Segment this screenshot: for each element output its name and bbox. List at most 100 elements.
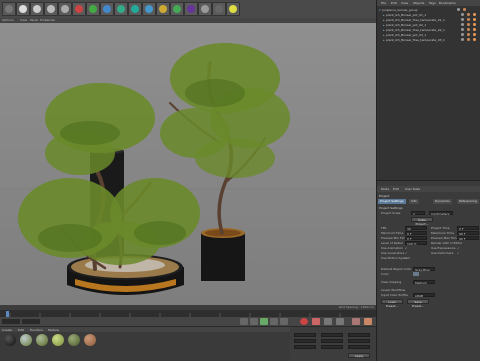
size-y-field[interactable]	[321, 339, 343, 343]
material-swatch[interactable]	[68, 334, 80, 346]
object-row[interactable]: ▴plant_ikh_Bonsai_Tree_temperate_03_1	[383, 38, 480, 42]
pos-y-field[interactable]	[294, 339, 316, 343]
material-tag-icon[interactable]	[473, 38, 476, 41]
viewport[interactable]	[0, 23, 376, 305]
scale-project-button[interactable]: Scale Project...	[411, 217, 433, 226]
am-menu-edit[interactable]: Edit	[393, 187, 399, 191]
rot-b-field[interactable]	[348, 345, 370, 349]
move-icon[interactable]	[30, 2, 44, 16]
go-to-start-icon[interactable]	[240, 318, 248, 325]
preview-min-time-field[interactable]: 0 F	[405, 236, 427, 241]
material-tag-icon[interactable]	[467, 13, 470, 16]
play-icon[interactable]	[260, 318, 268, 325]
om-menu-file[interactable]: File	[381, 1, 386, 5]
material-menu-function[interactable]: Function	[30, 328, 43, 332]
project-time-field[interactable]: 0 F	[457, 226, 479, 231]
om-menu-bookmarks[interactable]: Bookmarks	[439, 1, 456, 5]
material-swatch[interactable]	[20, 334, 32, 346]
visibility-icon[interactable]	[461, 28, 464, 31]
object-row[interactable]: ▴plant_ikh_Bonsai_Tree_temperate_02_1	[383, 28, 480, 32]
use-animation-checkbox[interactable]: ✓	[405, 246, 408, 250]
om-menu-objects[interactable]: Objects	[413, 1, 424, 5]
visibility-icon[interactable]	[461, 13, 464, 16]
size-x-field[interactable]	[321, 333, 343, 337]
tab-project-settings[interactable]: Project Settings	[378, 199, 406, 204]
param-icon[interactable]	[352, 318, 360, 325]
project-scale-unit-select[interactable]: Centimeters	[429, 211, 453, 216]
camera-icon[interactable]	[212, 2, 226, 16]
visibility-icon[interactable]	[461, 18, 464, 21]
deformer-icon[interactable]	[184, 2, 198, 16]
material-tag-icon[interactable]	[467, 38, 470, 41]
axis-z-icon[interactable]	[100, 2, 114, 16]
use-generators-checkbox[interactable]: ✓	[405, 251, 408, 255]
visibility-icon[interactable]	[461, 23, 464, 26]
apply-button[interactable]: Apply	[348, 353, 370, 358]
fps-field[interactable]: 30	[405, 226, 427, 231]
pen-icon[interactable]	[156, 2, 170, 16]
material-tag-icon[interactable]	[467, 33, 470, 36]
material-swatch[interactable]	[4, 334, 16, 346]
size-z-field[interactable]	[321, 345, 343, 349]
material-tag-icon[interactable]	[467, 18, 470, 21]
rotate-icon[interactable]	[58, 2, 72, 16]
material-tag-icon[interactable]	[473, 28, 476, 31]
rot-h-field[interactable]	[348, 333, 370, 337]
material-tag-icon[interactable]	[467, 23, 470, 26]
minimum-time-field[interactable]: 0 F	[405, 231, 427, 236]
undo-icon[interactable]	[2, 2, 16, 16]
tab-referencing[interactable]: Referencing	[457, 199, 479, 204]
material-menu-edit[interactable]: Edit	[18, 328, 24, 332]
tab-dynamics[interactable]: Dynamics	[433, 199, 452, 204]
om-menu-edit[interactable]: Edit	[391, 1, 397, 5]
timeline[interactable]	[0, 310, 376, 317]
material-swatch[interactable]	[52, 334, 64, 346]
use-expressions-checkbox[interactable]: ✓	[457, 246, 460, 250]
generator-icon[interactable]	[170, 2, 184, 16]
pos-x-field[interactable]	[294, 333, 316, 337]
render-icon[interactable]	[128, 2, 142, 16]
step-back-icon[interactable]	[250, 318, 258, 325]
load-preset-button[interactable]: Load Preset...	[381, 299, 403, 308]
default-object-color-select[interactable]: Gray-Blue	[413, 267, 435, 272]
visibility-icon[interactable]	[461, 33, 464, 36]
visibility-icon[interactable]	[461, 38, 464, 41]
pos-z-field[interactable]	[294, 345, 316, 349]
material-tag-icon[interactable]	[467, 28, 470, 31]
om-menu-tags[interactable]: Tags	[429, 1, 436, 5]
material-menu-texture[interactable]: Texture	[48, 328, 59, 332]
render-view-icon[interactable]	[114, 2, 128, 16]
object-row[interactable]: ▴plant_ikh_Bonsai_Tree_temperate_01_1	[383, 18, 480, 22]
preview-max-time-field[interactable]: 90 F	[457, 236, 479, 241]
timeline-menu-icon[interactable]	[364, 318, 372, 325]
am-menu-user-data[interactable]: User Data	[405, 187, 420, 191]
record-icon[interactable]	[300, 318, 308, 325]
go-to-end-icon[interactable]	[280, 318, 288, 325]
material-swatch[interactable]	[36, 334, 48, 346]
material-tag-icon[interactable]	[473, 13, 476, 16]
axis-y-icon[interactable]	[86, 2, 100, 16]
object-row[interactable]: ▴plant_ikh_Bonsai_pot_01_1	[383, 13, 480, 17]
material-menu-create[interactable]: Create	[2, 328, 12, 332]
start-frame-field[interactable]	[2, 319, 20, 324]
live-selection-icon[interactable]	[16, 2, 30, 16]
color-swatch[interactable]	[413, 272, 419, 276]
floor-icon[interactable]	[198, 2, 212, 16]
current-frame-field[interactable]	[22, 319, 40, 324]
use-motion-system-checkbox[interactable]: ✓	[405, 256, 408, 260]
axis-x-icon[interactable]	[72, 2, 86, 16]
object-row[interactable]: ▾Juniperus_bonsai_group	[379, 8, 479, 12]
view-clipping-select[interactable]: Medium	[413, 280, 435, 285]
keyframe-icon[interactable]	[324, 318, 332, 325]
maximum-time-field[interactable]: 90 F	[457, 231, 479, 236]
am-menu-mode[interactable]: Mode	[381, 187, 389, 191]
autokey-icon[interactable]	[312, 318, 320, 325]
tag-icon[interactable]	[463, 8, 466, 11]
object-row[interactable]: ▴plant_ikh_Bonsai_pot_02_1	[383, 23, 480, 27]
step-forward-icon[interactable]	[270, 318, 278, 325]
om-menu-view[interactable]: View	[401, 1, 408, 5]
cube-icon[interactable]	[142, 2, 156, 16]
scale-icon[interactable]	[44, 2, 58, 16]
input-color-profile-select[interactable]: sRGB	[413, 293, 435, 298]
light-icon[interactable]	[226, 2, 240, 16]
